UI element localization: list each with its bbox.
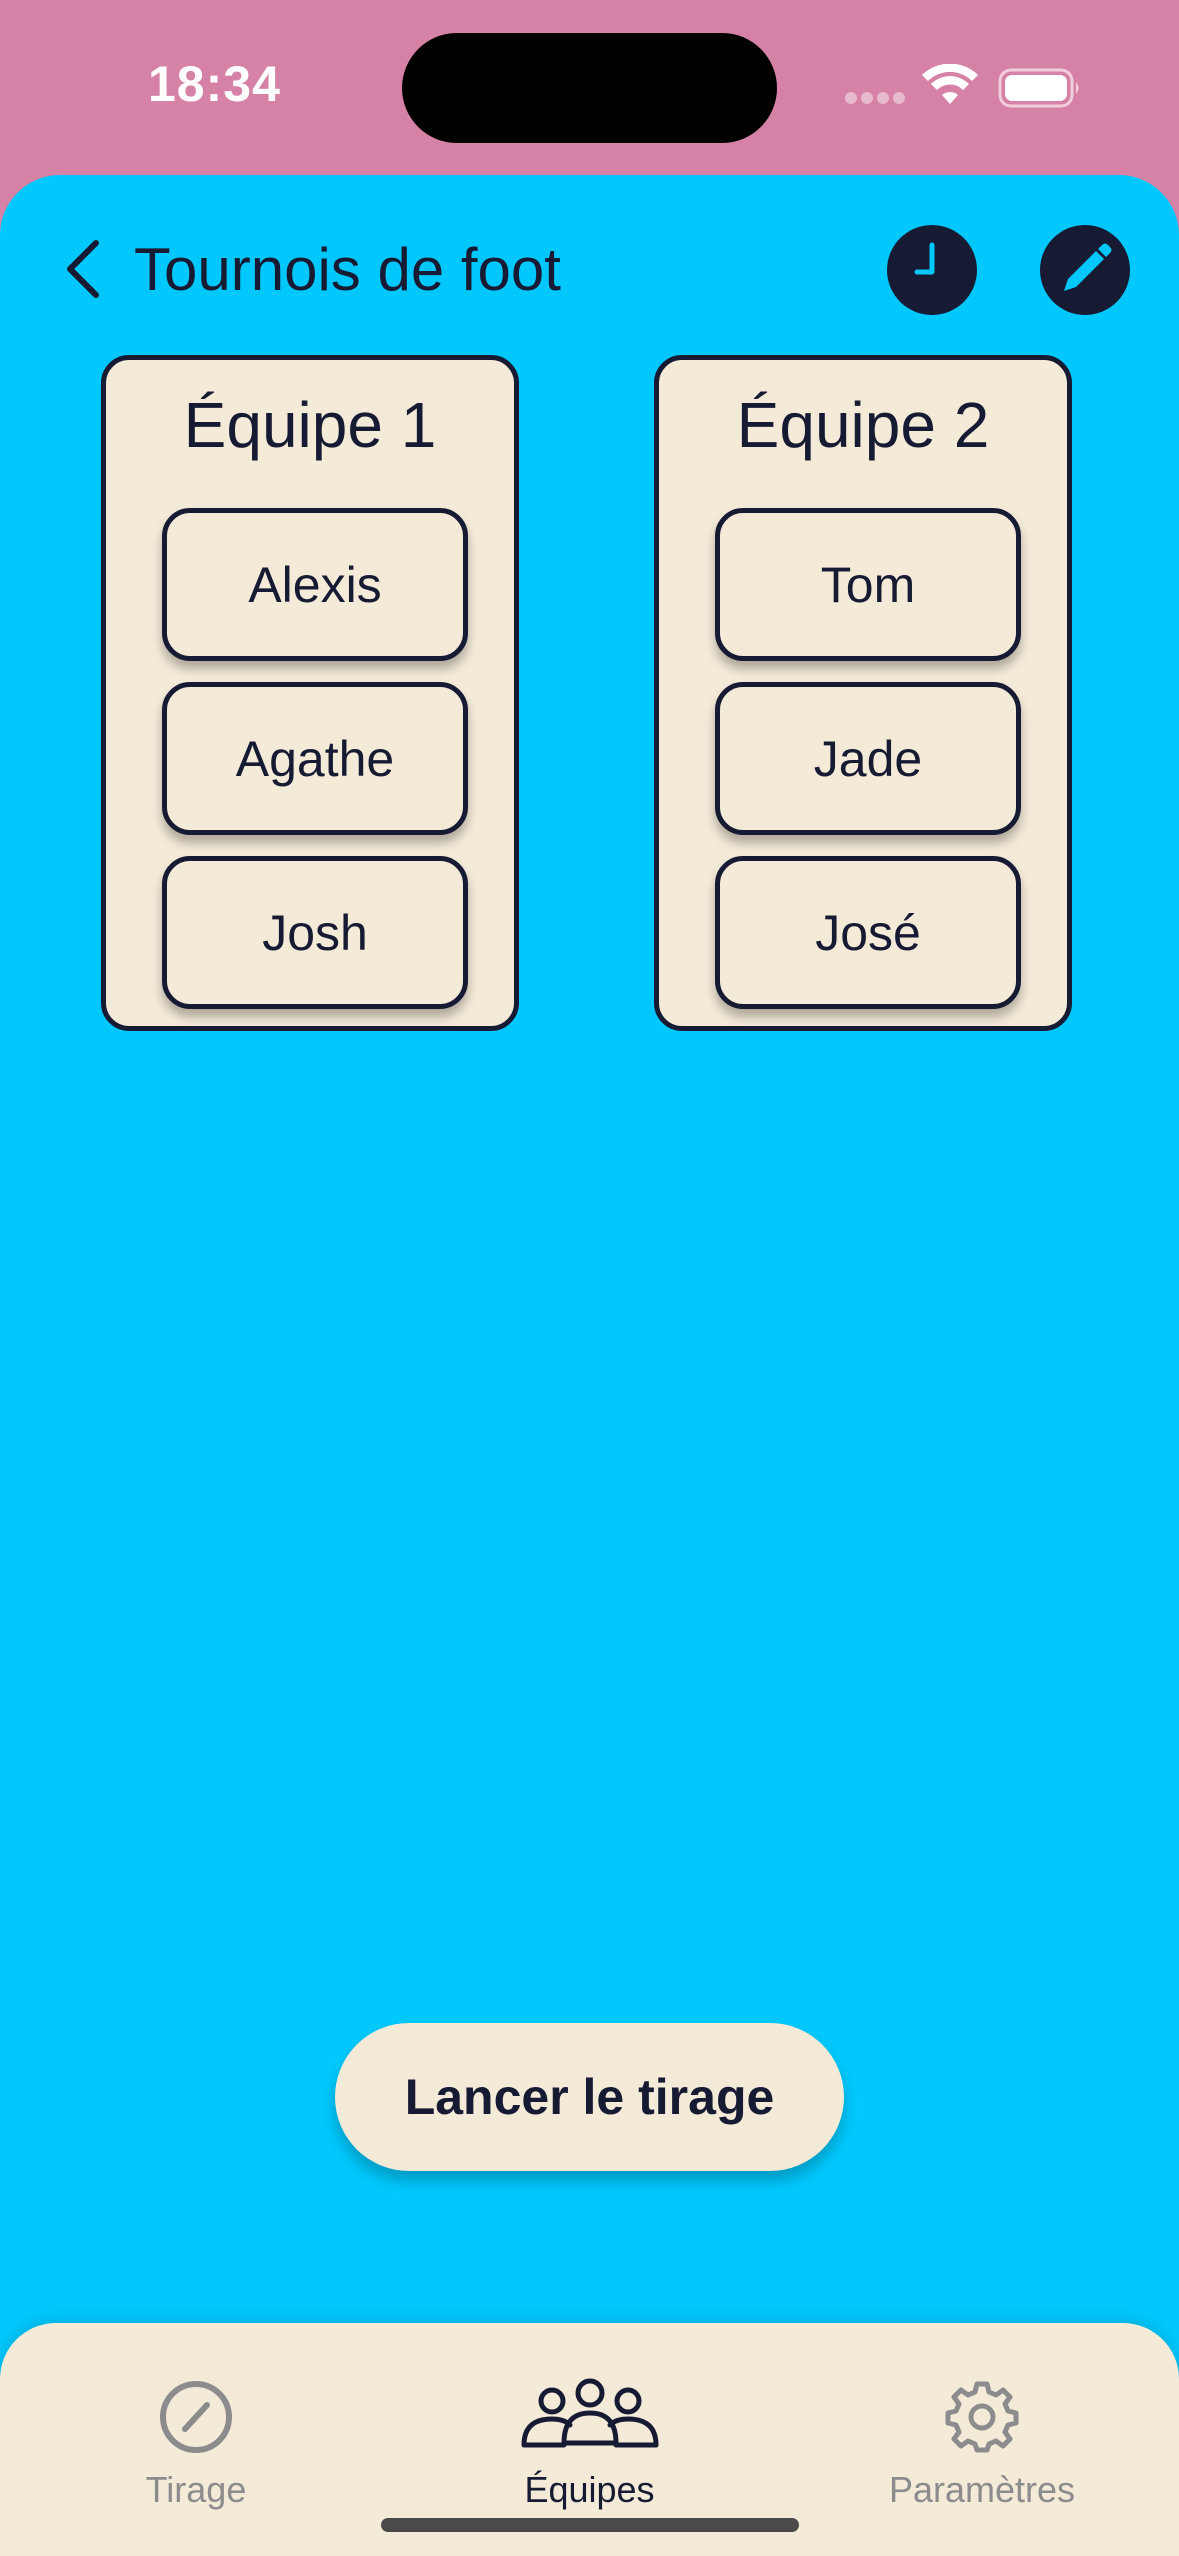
status-time: 18:34 xyxy=(148,56,281,112)
team-member-button[interactable]: Josh xyxy=(162,856,468,1009)
cellular-signal-icon xyxy=(845,92,905,106)
tab-equipes[interactable]: Équipes xyxy=(470,2323,709,2523)
team-member-button[interactable]: Jade xyxy=(715,682,1021,835)
team-member-button[interactable]: Agathe xyxy=(162,682,468,835)
chevron-left-icon[interactable] xyxy=(58,237,108,301)
tab-label: Paramètres xyxy=(888,2469,1076,2510)
compass-icon xyxy=(160,2381,232,2453)
tab-parametres[interactable]: Paramètres xyxy=(866,2323,1098,2523)
status-bar: 18:34 xyxy=(0,0,1179,175)
team-member-button[interactable]: José xyxy=(715,856,1021,1009)
team-member-button[interactable]: Alexis xyxy=(162,508,468,661)
team-title: Équipe 1 xyxy=(183,389,437,461)
launch-draw-button[interactable]: Lancer le tirage xyxy=(335,2023,844,2171)
clock-icon xyxy=(914,242,935,275)
navigation-bar: Tournois de foot xyxy=(0,175,1179,355)
tab-label: Équipes xyxy=(524,2469,655,2510)
team-member-button[interactable]: Tom xyxy=(715,508,1021,661)
tab-label: Tirage xyxy=(145,2469,247,2510)
dynamic-island xyxy=(402,33,777,143)
team-title: Équipe 2 xyxy=(736,389,990,461)
battery-icon xyxy=(998,68,1079,108)
history-button[interactable] xyxy=(887,225,977,315)
gear-icon xyxy=(945,2381,1019,2453)
team-card-1: Équipe 1 Alexis Agathe Josh xyxy=(101,355,519,1031)
edit-button[interactable] xyxy=(1040,225,1130,315)
page-title: Tournois de foot xyxy=(134,236,561,303)
team-card-2: Équipe 2 Tom Jade José xyxy=(654,355,1072,1031)
people-icon xyxy=(521,2378,658,2448)
pencil-icon xyxy=(1064,243,1112,291)
tab-tirage[interactable]: Tirage xyxy=(80,2323,312,2523)
wifi-icon xyxy=(922,64,978,104)
home-indicator[interactable] xyxy=(381,2518,799,2532)
